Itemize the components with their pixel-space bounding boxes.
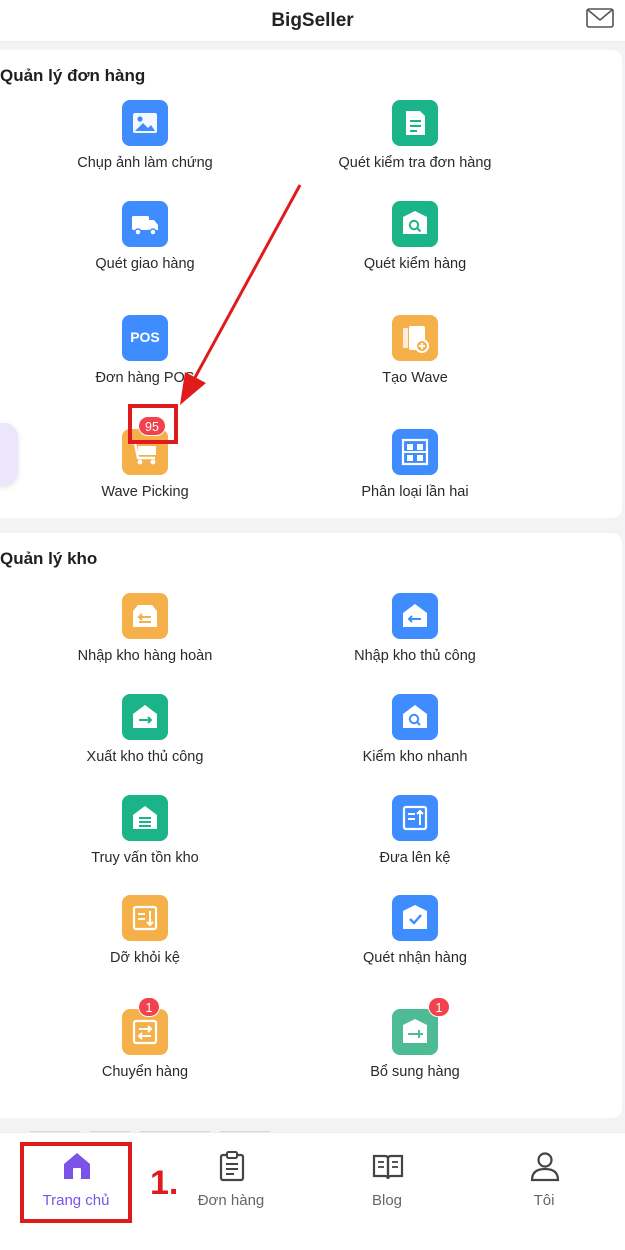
tab-label: Tôi (533, 1192, 555, 1209)
box-search-icon (392, 201, 438, 247)
mail-icon[interactable] (585, 6, 615, 30)
tab-blog[interactable]: Blog (327, 1133, 447, 1227)
tile-transfer[interactable]: Chuyển hàng (0, 1009, 290, 1089)
orders-icon (219, 1151, 245, 1182)
document-check-icon (392, 100, 438, 146)
tile-manual-inbound[interactable]: Nhập kho thủ công (270, 593, 560, 673)
tile-label: Quét kiểm hàng (363, 256, 467, 272)
tile-label: Quét giao hàng (95, 256, 195, 272)
tile-label: Bổ sung hàng (370, 1064, 460, 1080)
pos-icon: POS (122, 315, 168, 361)
manual-inbound-icon (392, 593, 438, 639)
pos-icon-text: POS (130, 329, 160, 345)
tile-label: Chụp ảnh làm chứng (77, 155, 213, 171)
tile-label: Tạo Wave (382, 370, 448, 386)
floating-side-handle[interactable] (0, 423, 18, 485)
tile-label: Truy vấn tồn kho (91, 850, 199, 866)
manual-outbound-icon (122, 694, 168, 740)
user-icon (530, 1152, 560, 1182)
transfer-badge: 1 (138, 997, 160, 1017)
tab-orders[interactable]: Đơn hàng (171, 1133, 291, 1227)
tile-shelve-down[interactable]: Dỡ khỏi kệ (0, 895, 290, 975)
step-number: 1. (150, 1164, 179, 1202)
tile-shelve-up[interactable]: Đưa lên kệ (270, 795, 560, 875)
shelve-up-icon (392, 795, 438, 841)
receive-scan-icon (392, 895, 438, 941)
tab-label: Đơn hàng (197, 1192, 265, 1209)
tile-inventory-query[interactable]: Truy vấn tồn kho (0, 795, 290, 875)
shelve-down-icon (122, 895, 168, 941)
tab-label: Blog (371, 1192, 403, 1209)
book-icon (372, 1154, 404, 1180)
warehouse-management-title: Quản lý kho (0, 549, 98, 568)
tile-label: Đơn hàng POS (95, 370, 195, 386)
tile-label: Đưa lên kệ (379, 850, 451, 866)
tile-manual-outbound[interactable]: Xuất kho thủ công (0, 694, 290, 774)
tile-create-wave[interactable]: Tạo Wave (270, 315, 560, 395)
warehouse-management-section: Quản lý kho Nhập kho hàng hoàn Nhập kho … (0, 533, 622, 1118)
replenish-icon (392, 1009, 438, 1055)
tile-shipping-scan[interactable]: Quét giao hàng (0, 201, 290, 281)
tile-label: Kiểm kho nhanh (362, 749, 468, 765)
home-tab-highlight-box (20, 1142, 132, 1223)
tile-order-check-scan[interactable]: Quét kiểm tra đơn hàng (270, 100, 560, 180)
tile-label: Nhập kho hàng hoàn (77, 648, 213, 664)
tile-second-sorting[interactable]: Phân loại lần hai (270, 429, 560, 509)
shelf-icon (392, 429, 438, 475)
inventory-query-icon (122, 795, 168, 841)
image-icon (122, 100, 168, 146)
tile-return-inbound[interactable]: Nhập kho hàng hoàn (0, 593, 290, 673)
tile-goods-check-scan[interactable]: Quét kiểm hàng (270, 201, 560, 281)
tile-label: Dỡ khỏi kệ (110, 950, 180, 966)
return-inbound-icon (122, 593, 168, 639)
replenish-badge: 1 (428, 997, 450, 1017)
order-management-title: Quản lý đơn hàng (0, 66, 146, 85)
tile-label: Quét kiểm tra đơn hàng (338, 155, 492, 171)
order-management-section: Quản lý đơn hàng Chụp ảnh làm chứng Quét… (0, 50, 622, 518)
quick-stocktake-icon (392, 694, 438, 740)
tile-receive-scan[interactable]: Quét nhận hàng (270, 895, 560, 975)
tile-quick-stocktake[interactable]: Kiểm kho nhanh (270, 694, 560, 774)
tile-label: Chuyển hàng (101, 1064, 189, 1080)
tile-pos-order[interactable]: POS Đơn hàng POS (0, 315, 290, 395)
wave-create-icon (392, 315, 438, 361)
tab-me[interactable]: Tôi (484, 1133, 604, 1227)
truck-icon (122, 201, 168, 247)
tile-label: Nhập kho thủ công (354, 648, 476, 664)
tile-evidence-photo[interactable]: Chụp ảnh làm chứng (0, 100, 290, 180)
bottom-safe-area (0, 1226, 625, 1250)
top-bar: BigSeller (0, 0, 625, 42)
tile-label: Phân loại lần hai (361, 484, 469, 500)
badge-highlight-box (128, 404, 178, 444)
app-title: BigSeller (271, 10, 354, 31)
tile-label: Quét nhận hàng (362, 950, 467, 966)
tile-label: Xuất kho thủ công (86, 749, 204, 765)
tile-label: Wave Picking (101, 484, 189, 500)
tile-replenish[interactable]: Bổ sung hàng (270, 1009, 560, 1089)
